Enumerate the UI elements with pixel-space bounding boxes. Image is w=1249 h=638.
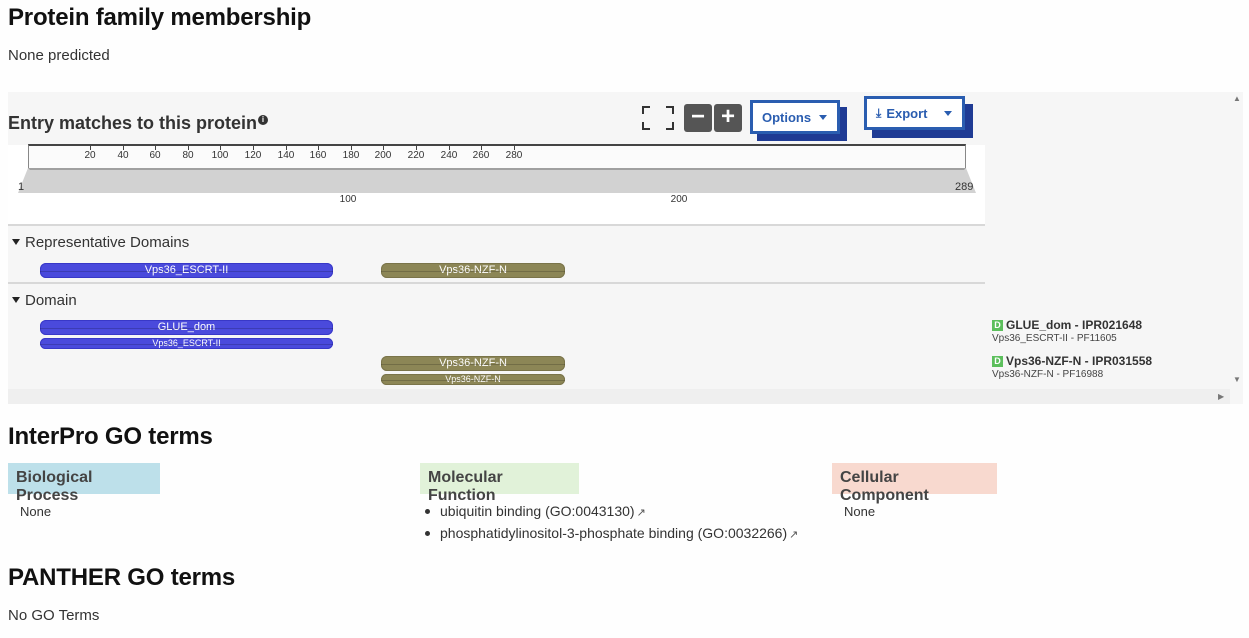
horizontal-scrollbar[interactable]: ▶ xyxy=(8,389,1230,404)
section-divider xyxy=(8,282,985,284)
ruler-start-label: 1 xyxy=(18,181,25,193)
ruler-tick-label: 280 xyxy=(505,150,523,161)
section-divider xyxy=(8,224,985,226)
options-label: Options xyxy=(762,109,812,125)
track-vps36-escrt-ii[interactable]: Vps36_ESCRT-II xyxy=(40,263,333,278)
panther-go-text: No GO Terms xyxy=(8,607,100,624)
section-domain[interactable]: Domain xyxy=(12,292,77,309)
ruler-tick-label: 260 xyxy=(472,150,490,161)
section-representative-domains[interactable]: Representative Domains xyxy=(12,234,189,251)
ruler-bottom-label: 100 xyxy=(339,194,357,205)
entry-name[interactable]: GLUE_dom - IPR021648 xyxy=(1006,318,1142,332)
entry-matches-title-text: Entry matches to this protein xyxy=(8,113,258,133)
ruler-bottom-label: 200 xyxy=(670,194,688,205)
ruler-tick-label: 180 xyxy=(342,150,360,161)
panther-go-heading: PANTHER GO terms xyxy=(8,564,236,591)
ruler-tick-label: 100 xyxy=(211,150,229,161)
track-vps36-nzf-n-sub[interactable]: Vps36-NZF-N xyxy=(381,374,565,385)
ruler-tick-label: 40 xyxy=(117,150,129,161)
entry-name[interactable]: Vps36-NZF-N - IPR031558 xyxy=(1006,354,1152,368)
track-vps36-nzf-n-domain[interactable]: Vps36-NZF-N xyxy=(381,356,565,371)
family-membership-heading: Protein family membership xyxy=(8,4,312,31)
ruler-tick-label: 240 xyxy=(440,150,458,161)
section-label: Representative Domains xyxy=(25,234,190,251)
chevron-down-icon xyxy=(819,114,827,120)
domain-badge: D xyxy=(992,320,1003,331)
go-header-biological-process: Biological Process xyxy=(8,463,160,504)
molecular-function-list: ubiquitin binding (GO:0043130) ↗ phosphat… xyxy=(424,503,798,547)
cellular-component-none: None xyxy=(844,504,876,519)
ruler-tick-label: 80 xyxy=(182,150,194,161)
vertical-scrollbar[interactable]: ▲ ▼ xyxy=(1230,92,1243,388)
ruler-tick-label: 220 xyxy=(407,150,425,161)
chevron-down-icon xyxy=(944,110,952,116)
export-label: Export xyxy=(886,105,928,121)
go-term-link[interactable]: ubiquitin binding (GO:0043130) xyxy=(440,503,635,519)
legend-entry[interactable]: D Vps36-NZF-N - IPR031558 Vps36-NZF-N - P… xyxy=(992,354,1152,380)
ruler-tick-label: 120 xyxy=(244,150,262,161)
export-button[interactable]: ⤓ Export xyxy=(864,96,965,130)
info-icon[interactable]: i xyxy=(258,115,269,125)
family-membership-text: None predicted xyxy=(8,47,110,64)
entry-signature[interactable]: Vps36-NZF-N - PF16988 xyxy=(992,369,1152,380)
zoom-out-button[interactable]: − xyxy=(684,104,712,132)
caret-down-icon xyxy=(12,239,20,245)
caret-down-icon xyxy=(12,297,20,303)
fullscreen-icon[interactable] xyxy=(642,106,674,130)
zoom-overview[interactable] xyxy=(18,168,976,193)
ruler-tick-label: 60 xyxy=(149,150,161,161)
list-item: phosphatidylinositol-3-phosphate binding… xyxy=(424,525,798,547)
biological-process-none: None xyxy=(20,504,52,519)
ruler-tick-label: 160 xyxy=(309,150,327,161)
entry-matches-title: Entry matches to this protein i xyxy=(8,113,269,134)
external-link-icon[interactable]: ↗ xyxy=(637,507,646,519)
go-header-cellular-component: Cellular Component xyxy=(832,463,997,504)
external-link-icon[interactable]: ↗ xyxy=(789,529,798,541)
domain-badge: D xyxy=(992,356,1003,367)
track-vps36-nzf-n[interactable]: Vps36-NZF-N xyxy=(381,263,565,278)
track-vps36-escrt-ii-sub[interactable]: Vps36_ESCRT-II xyxy=(40,338,333,349)
list-item: ubiquitin binding (GO:0043130) ↗ xyxy=(424,503,798,525)
ruler-end-label: 289 xyxy=(955,181,974,193)
entry-signature[interactable]: Vps36_ESCRT-II - PF11605 xyxy=(992,333,1142,344)
go-header-molecular-function: Molecular Function xyxy=(420,463,579,504)
go-term-link[interactable]: phosphatidylinositol-3-phosphate binding… xyxy=(440,525,787,541)
interpro-go-heading: InterPro GO terms xyxy=(8,423,213,450)
track-glue-dom[interactable]: GLUE_dom xyxy=(40,320,333,335)
zoom-in-button[interactable]: + xyxy=(714,104,742,132)
download-icon: ⤓ xyxy=(876,105,882,120)
options-button[interactable]: Options xyxy=(750,100,840,134)
ruler-tick-label: 200 xyxy=(374,150,392,161)
section-label: Domain xyxy=(25,292,77,309)
legend-entry[interactable]: D GLUE_dom - IPR021648 Vps36_ESCRT-II - P… xyxy=(992,318,1142,344)
ruler-tick-label: 140 xyxy=(277,150,295,161)
ruler-tick-label: 20 xyxy=(84,150,96,161)
